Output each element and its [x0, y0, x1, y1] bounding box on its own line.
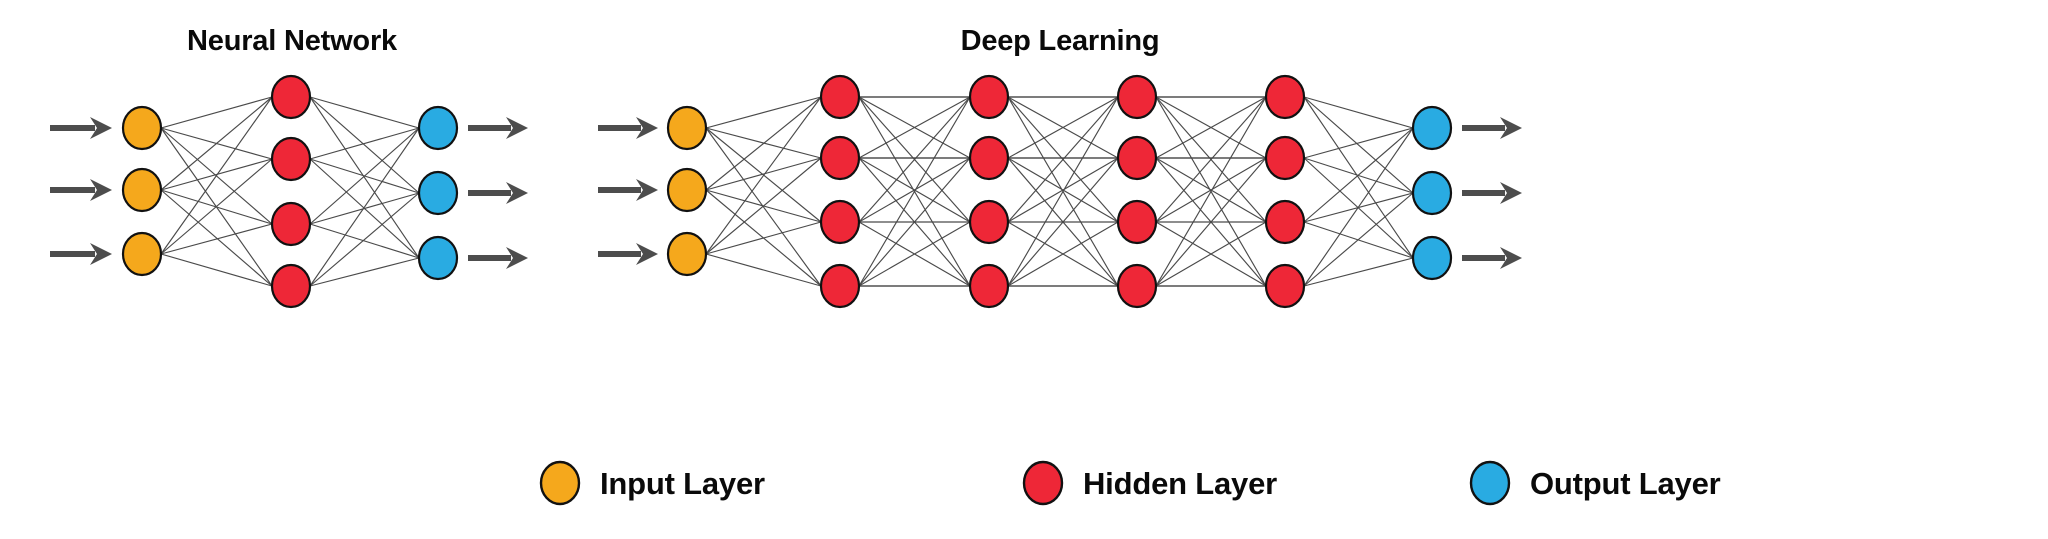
node-neural-network-output-0 [417, 105, 459, 151]
edge-deep-learning-input2-hidden13 [705, 253, 822, 287]
edge-deep-learning-hidden40-output1 [1303, 96, 1414, 194]
diagram-canvas: Neural Network Deep Learning Input Layer H… [0, 0, 2048, 539]
node-deep-learning-hidden1-1 [819, 135, 861, 181]
node-deep-learning-output-0 [1411, 105, 1453, 151]
node-deep-learning-hidden4-3 [1264, 263, 1306, 309]
node-deep-learning-hidden3-2 [1116, 199, 1158, 245]
edge-deep-learning-hidden40-output0 [1303, 96, 1414, 129]
node-deep-learning-hidden2-1 [968, 135, 1010, 181]
edge-neural-network-hidden12-output1 [309, 192, 420, 225]
node-deep-learning-input-1 [666, 167, 708, 213]
node-deep-learning-input-2 [666, 231, 708, 277]
node-deep-learning-output-1 [1411, 170, 1453, 216]
node-neural-network-output-1 [417, 170, 459, 216]
legend-group: Input Layer Hidden Layer Output Layer [539, 460, 1721, 506]
node-neural-network-hidden1-3 [270, 263, 312, 309]
node-deep-learning-hidden1-2 [819, 199, 861, 245]
edge-neural-network-hidden12-output0 [309, 127, 420, 225]
legend-circle-icon-0 [539, 460, 581, 506]
diagram-title-deep-learning: Deep Learning [961, 25, 1160, 57]
edge-neural-network-hidden11-output0 [309, 127, 420, 160]
node-deep-learning-hidden4-1 [1264, 135, 1306, 181]
edge-deep-learning-input0-hidden13 [705, 127, 822, 287]
legend-label-1: Hidden Layer [1083, 466, 1277, 501]
node-deep-learning-hidden2-3 [968, 263, 1010, 309]
edge-neural-network-input2-hidden11 [160, 158, 273, 255]
node-neural-network-input-0 [121, 105, 163, 151]
node-deep-learning-hidden4-0 [1264, 74, 1306, 120]
node-deep-learning-hidden3-3 [1116, 263, 1158, 309]
node-deep-learning-input-0 [666, 105, 708, 151]
node-neural-network-hidden1-2 [270, 201, 312, 247]
edge-neural-network-hidden10-output0 [309, 96, 420, 129]
node-neural-network-hidden1-1 [270, 136, 312, 182]
node-deep-learning-hidden1-3 [819, 263, 861, 309]
edge-deep-learning-input0-hidden10 [705, 96, 822, 129]
diagram-title-neural-network: Neural Network [187, 25, 398, 57]
node-deep-learning-hidden4-2 [1264, 199, 1306, 245]
node-neural-network-input-1 [121, 167, 163, 213]
node-deep-learning-hidden2-0 [968, 74, 1010, 120]
edge-deep-learning-hidden40-output2 [1303, 96, 1414, 259]
edge-neural-network-input1-hidden13 [160, 189, 273, 287]
edge-neural-network-input0-hidden10 [160, 96, 273, 129]
edge-neural-network-input1-hidden11 [160, 158, 273, 191]
node-deep-learning-output-2 [1411, 235, 1453, 281]
legend-circle-icon-1 [1022, 460, 1064, 506]
neural-network-diagram: Neural Network Deep Learning Input Layer H… [50, 25, 1721, 506]
edge-deep-learning-input2-hidden12 [705, 221, 822, 255]
edge-deep-learning-input1-hidden11 [705, 157, 822, 191]
edges-group [160, 96, 1414, 287]
edge-neural-network-hidden12-output2 [309, 223, 420, 259]
nodes-group [121, 74, 1453, 309]
legend-label-0: Input Layer [600, 466, 765, 501]
node-neural-network-input-2 [121, 231, 163, 277]
legend-circle-icon-2 [1469, 460, 1511, 506]
titles-group: Neural Network Deep Learning [187, 25, 1160, 57]
edge-deep-learning-hidden41-output0 [1303, 127, 1414, 159]
node-deep-learning-hidden1-0 [819, 74, 861, 120]
legend-label-2: Output Layer [1530, 466, 1721, 501]
node-deep-learning-hidden3-1 [1116, 135, 1158, 181]
edge-neural-network-hidden10-output2 [309, 96, 420, 259]
node-deep-learning-hidden3-0 [1116, 74, 1158, 120]
node-deep-learning-hidden2-2 [968, 199, 1010, 245]
edge-neural-network-input2-hidden13 [160, 253, 273, 287]
node-neural-network-output-2 [417, 235, 459, 281]
node-neural-network-hidden1-0 [270, 74, 312, 120]
edge-deep-learning-input2-hidden11 [705, 157, 822, 255]
edge-neural-network-hidden10-output1 [309, 96, 420, 194]
